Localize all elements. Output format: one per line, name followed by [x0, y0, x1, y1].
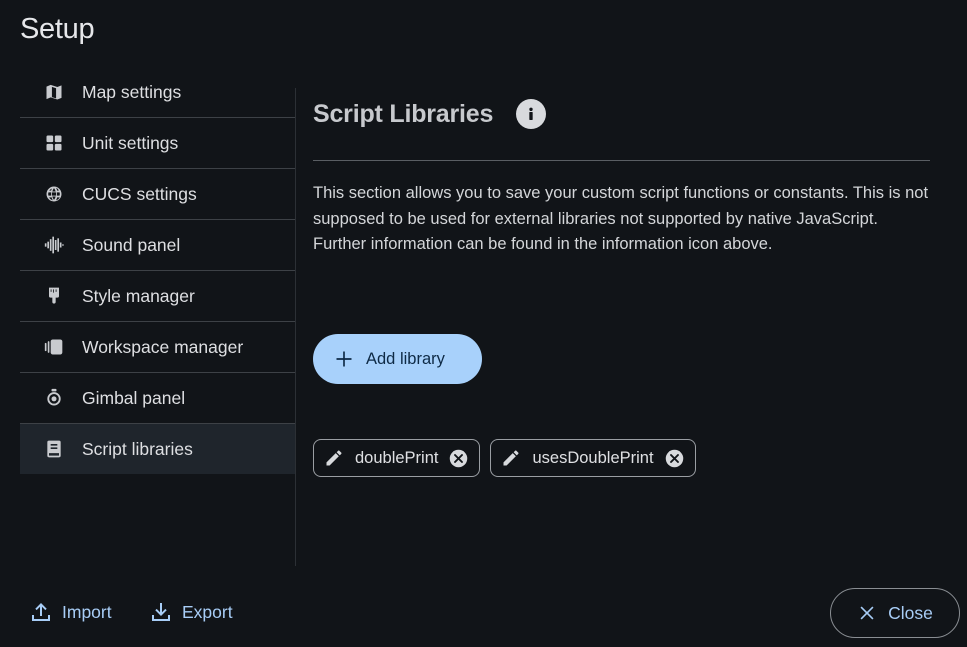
- sidebar-item-label: Sound panel: [82, 234, 181, 255]
- add-library-button[interactable]: Add library: [313, 334, 482, 384]
- pencil-icon[interactable]: [324, 448, 344, 468]
- sidebar-item-label: Unit settings: [82, 132, 179, 153]
- remove-circle-icon[interactable]: [664, 448, 685, 469]
- sidebar-item-label: CUCS settings: [82, 183, 197, 204]
- map-icon: [43, 81, 65, 103]
- remove-circle-icon[interactable]: [448, 448, 469, 469]
- book-icon: [43, 438, 65, 460]
- sidebar-item-unit-settings[interactable]: Unit settings: [20, 118, 295, 169]
- gimbal-icon: [43, 387, 65, 409]
- panel-header: Script Libraries: [313, 88, 930, 140]
- add-library-label: Add library: [366, 349, 445, 368]
- sidebar-item-label: Style manager: [82, 285, 195, 306]
- sidebar-item-label: Gimbal panel: [82, 387, 186, 408]
- export-button[interactable]: Export: [149, 600, 233, 624]
- sidebar-item-sound-panel[interactable]: Sound panel: [20, 220, 295, 271]
- dialog-title: Setup: [20, 13, 95, 45]
- panel-title: Script Libraries: [313, 99, 494, 128]
- sidebar: Map settings Unit settings CUCS settings…: [20, 67, 295, 474]
- sidebar-item-label: Script libraries: [82, 438, 193, 459]
- library-chip-list: doublePrint usesDoublePrint: [313, 439, 706, 477]
- sidebar-item-style-manager[interactable]: Style manager: [20, 271, 295, 322]
- close-button[interactable]: Close: [830, 588, 960, 638]
- upload-icon: [32, 603, 50, 621]
- sidebar-item-gimbal-panel[interactable]: Gimbal panel: [20, 373, 295, 424]
- pencil-icon[interactable]: [501, 448, 521, 468]
- horizontal-divider: [313, 160, 930, 161]
- info-icon: [529, 107, 533, 120]
- script-libraries-panel: Script Libraries This section allows you…: [313, 88, 930, 477]
- waveform-icon: [43, 234, 65, 256]
- sidebar-item-label: Map settings: [82, 81, 182, 102]
- sidebar-item-cucs-settings[interactable]: CUCS settings: [20, 169, 295, 220]
- sidebar-item-map-settings[interactable]: Map settings: [20, 67, 295, 118]
- import-button[interactable]: Import: [29, 600, 112, 624]
- library-chip[interactable]: doublePrint: [313, 439, 481, 477]
- grid-icon: [43, 132, 65, 154]
- sidebar-item-script-libraries[interactable]: Script libraries: [20, 424, 295, 474]
- sidebar-item-label: Workspace manager: [82, 336, 244, 357]
- library-chip[interactable]: usesDoublePrint: [490, 439, 696, 477]
- export-label: Export: [182, 601, 233, 622]
- globe-icon: [43, 183, 65, 205]
- vertical-divider: [295, 88, 296, 566]
- import-label: Import: [62, 601, 112, 622]
- library-name: usesDoublePrint: [532, 448, 654, 467]
- library-name: doublePrint: [355, 448, 439, 467]
- setup-dialog: Setup Map settings Unit settings CUCS se…: [0, 0, 967, 647]
- close-label: Close: [888, 602, 933, 623]
- brush-icon: [43, 285, 65, 307]
- close-icon: [860, 606, 874, 620]
- workspace-icon: [43, 336, 65, 358]
- info-button[interactable]: [516, 99, 547, 129]
- download-icon: [152, 603, 170, 621]
- panel-description: This section allows you to save your cus…: [313, 184, 929, 253]
- sidebar-item-workspace-manager[interactable]: Workspace manager: [20, 322, 295, 373]
- plus-icon: [333, 348, 355, 370]
